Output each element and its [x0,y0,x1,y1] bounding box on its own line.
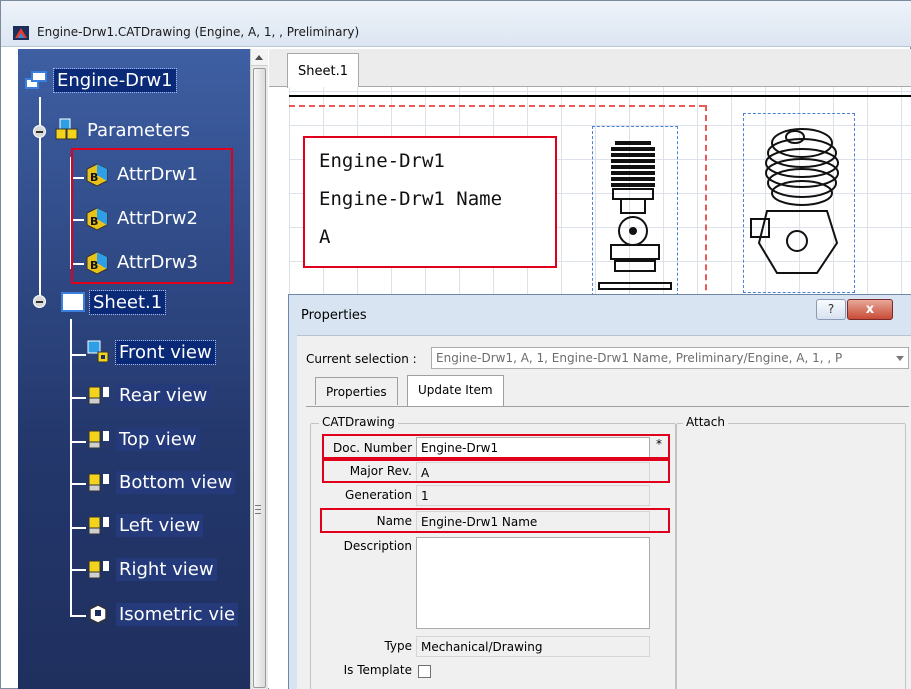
description-label: Description [343,539,412,553]
view-icon [88,473,109,492]
tree-connector [70,483,86,485]
tree-connector [70,354,86,356]
attach-group-label: Attach [683,415,728,429]
highlight-major-rev [322,459,670,483]
dialog-title: Properties [301,308,367,323]
frame-dashed-line [289,105,705,107]
title-block-doc-number: Engine-Drw1 [319,150,445,172]
sheet-tab-bar: Sheet.1 [269,49,911,88]
highlight-name [320,508,670,533]
title-block-revision: A [319,226,331,248]
is-template-label: Is Template [343,663,412,677]
parameters-icon [55,118,78,140]
tree-label-view[interactable]: Bottom view [116,470,236,494]
tree-node-view[interactable]: Bottom view [86,467,236,497]
tree-label-view[interactable]: Left view [116,513,204,537]
current-selection-label: Current selection : [306,352,417,366]
collapse-toggle-icon[interactable] [33,295,46,308]
tree-node-view[interactable]: Right view [86,554,217,584]
view-icon [88,560,109,579]
tree-label-view[interactable]: Right view [116,557,217,581]
tab-update-item[interactable]: Update Item [407,375,504,406]
view-icon [88,516,109,535]
isometric-view-icon [89,604,107,624]
current-selection-value: Engine-Drw1, A, 1, Engine-Drw1 Name, Pre… [436,351,843,365]
tree-connector [70,397,86,399]
generation-label: Generation [345,488,412,502]
highlight-attributes-box [71,148,233,284]
window-title: Engine-Drw1.CATDrawing (Engine, A, 1, , … [37,25,360,39]
highlight-doc-number [322,434,670,459]
collapse-toggle-icon[interactable] [33,125,46,138]
front-view-icon [87,340,109,363]
type-field[interactable]: Mechanical/Drawing [416,636,650,657]
properties-dialog: Properties ? x Current selection : Engin… [288,294,911,689]
type-label: Type [384,639,412,653]
tree-node-root[interactable]: Engine-Drw1 [24,65,177,95]
tree-connector [70,569,86,571]
sheet-icon [61,292,85,312]
tree-label-view[interactable]: Top view [116,427,200,451]
dropdown-arrow-icon[interactable] [896,356,904,361]
tree-scrollbar[interactable] [250,49,268,689]
engine-isometric-view-icon [750,128,839,274]
tree-connector [70,319,72,617]
tree-node-view[interactable]: Front view [86,337,216,367]
current-selection-dropdown[interactable]: Engine-Drw1, A, 1, Engine-Drw1 Name, Pre… [431,347,909,369]
title-bar: Engine-Drw1.CATDrawing (Engine, A, 1, , … [1,1,911,47]
description-textarea[interactable] [416,537,650,629]
scroll-up-arrow-icon[interactable] [251,49,268,66]
view-icon [88,386,109,405]
specification-tree[interactable]: Engine-Drw1 Parameters B AttrDrw1 B Attr… [18,49,250,689]
tree-label-root[interactable]: Engine-Drw1 [53,67,177,93]
title-block[interactable]: Engine-Drw1 Engine-Drw1 Name A [303,136,557,268]
attach-group: Attach [676,415,906,689]
tree-label-parameters[interactable]: Parameters [84,119,193,142]
tree-node-sheet[interactable]: Sheet.1 [60,287,167,317]
help-button[interactable]: ? [816,299,846,320]
drawing-root-icon [25,71,47,89]
tree-connector [70,527,86,529]
tree-label-view[interactable]: Rear view [116,383,211,407]
view-icon [88,430,109,449]
tree-connector [70,441,86,443]
tree-label-view[interactable]: Front view [115,339,216,365]
tree-label-sheet[interactable]: Sheet.1 [88,289,167,315]
catia-window: Engine-Drw1.CATDrawing (Engine, A, 1, , … [0,0,911,689]
engine-front-view-icon [598,141,672,290]
sheet-frame-line [289,95,911,97]
tree-node-view[interactable]: Rear view [86,380,211,410]
tree-connector [70,615,86,617]
scrollbar-grip-icon [255,505,261,514]
tree-node-parameters[interactable]: Parameters [54,115,193,145]
tab-properties[interactable]: Properties [315,377,398,405]
scrollbar-thumb[interactable] [253,68,266,688]
update-item-panel: CATDrawing Attach Doc. Number Engine-Drw… [306,406,909,689]
tree-node-view[interactable]: Top view [86,424,200,454]
tree-label-view[interactable]: Isometric vie [116,602,239,626]
title-block-name: Engine-Drw1 Name [319,188,503,210]
is-template-checkbox[interactable] [418,665,431,678]
generation-field[interactable]: 1 [416,485,650,506]
catia-app-icon [13,26,29,40]
tree-node-view[interactable]: Left view [86,510,204,540]
catdrawing-group-label: CATDrawing [319,415,398,429]
close-button[interactable]: x [847,299,893,320]
tree-node-view[interactable]: Isometric vie [86,599,239,629]
tab-sheet-1[interactable]: Sheet.1 [287,53,359,88]
